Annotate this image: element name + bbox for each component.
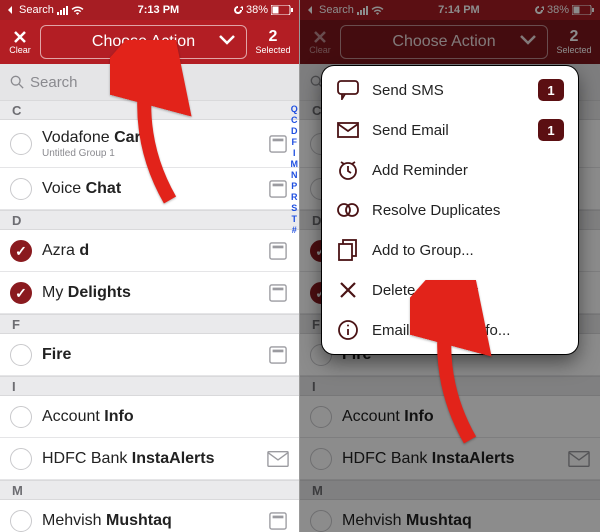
menu-label: Send SMS bbox=[372, 82, 444, 99]
group-icon bbox=[336, 238, 360, 262]
sim-icon bbox=[267, 512, 289, 530]
list-item[interactable]: Mehvish Mushtaq bbox=[300, 500, 600, 532]
status-back[interactable]: Search bbox=[19, 4, 54, 16]
section-header: I bbox=[0, 376, 299, 396]
battery-icon bbox=[572, 5, 594, 15]
refresh-icon bbox=[534, 5, 544, 15]
battery-pct: 38% bbox=[246, 4, 268, 16]
checkbox[interactable] bbox=[10, 178, 32, 200]
menu-send-email[interactable]: Send Email 1 bbox=[322, 110, 578, 150]
refresh-icon bbox=[233, 5, 243, 15]
sim-icon bbox=[267, 242, 289, 260]
checkbox-checked[interactable] bbox=[10, 282, 32, 304]
checkbox-checked[interactable] bbox=[10, 240, 32, 262]
clear-label: Clear bbox=[9, 45, 31, 55]
checkbox[interactable] bbox=[10, 448, 32, 470]
close-icon bbox=[12, 29, 28, 45]
status-bar: Search 7:14 PM 38% bbox=[300, 0, 600, 20]
selected-count: 2 Selected bbox=[554, 29, 594, 55]
duplicates-icon bbox=[336, 198, 360, 222]
contact-name: My Delights bbox=[42, 284, 267, 302]
choose-action-button[interactable]: Choose Action bbox=[340, 25, 548, 59]
checkbox[interactable] bbox=[10, 133, 32, 155]
clear-button[interactable]: Clear bbox=[306, 29, 334, 55]
email-icon bbox=[336, 118, 360, 142]
status-back[interactable]: Search bbox=[319, 4, 354, 16]
close-icon bbox=[312, 29, 328, 45]
list-item[interactable]: HDFC Bank InstaAlerts bbox=[0, 438, 299, 480]
battery-pct: 38% bbox=[547, 4, 569, 16]
badge: 1 bbox=[538, 119, 564, 141]
menu-send-sms[interactable]: Send SMS 1 bbox=[322, 70, 578, 110]
sms-icon bbox=[336, 78, 360, 102]
contact-name: Fire bbox=[42, 346, 267, 364]
search-icon bbox=[10, 75, 24, 89]
index-bar[interactable]: QCDFIMNPRST# bbox=[291, 104, 299, 236]
wifi-icon bbox=[71, 5, 84, 15]
annotation-arrow bbox=[110, 40, 200, 215]
menu-label: Resolve Duplicates bbox=[372, 202, 500, 219]
checkbox[interactable] bbox=[310, 406, 332, 428]
clear-button[interactable]: Clear bbox=[6, 29, 34, 55]
signal-icon bbox=[57, 6, 68, 15]
list-item[interactable]: My Delights bbox=[0, 272, 299, 314]
clear-label: Clear bbox=[309, 45, 331, 55]
checkbox[interactable] bbox=[310, 448, 332, 470]
status-time: 7:13 PM bbox=[138, 4, 180, 16]
delete-icon bbox=[336, 278, 360, 302]
signal-icon bbox=[357, 6, 368, 15]
sim-icon bbox=[267, 135, 289, 153]
annotation-arrow bbox=[410, 280, 500, 455]
sim-icon bbox=[267, 346, 289, 364]
screenshot-right: Search 7:14 PM 38% Clear Choose Action bbox=[300, 0, 600, 532]
checkbox[interactable] bbox=[10, 406, 32, 428]
contact-name: Account Info bbox=[42, 408, 289, 426]
list-item[interactable]: Fire bbox=[0, 334, 299, 376]
choose-action-label: Choose Action bbox=[392, 33, 495, 51]
list-item[interactable]: Azra d bbox=[0, 230, 299, 272]
search-placeholder: Search bbox=[30, 74, 78, 91]
sim-icon bbox=[267, 284, 289, 302]
menu-resolve-duplicates[interactable]: Resolve Duplicates bbox=[322, 190, 578, 230]
menu-label: Add to Group... bbox=[372, 242, 474, 259]
status-bar: Search 7:13 PM 38% bbox=[0, 0, 299, 20]
mail-icon bbox=[568, 450, 590, 468]
chevron-down-icon bbox=[218, 33, 236, 51]
contact-name: Mehvish Mushtaq bbox=[42, 512, 267, 530]
selected-count: 2 Selected bbox=[253, 29, 293, 55]
reminder-icon bbox=[336, 158, 360, 182]
menu-label: Send Email bbox=[372, 122, 449, 139]
menu-add-reminder[interactable]: Add Reminder bbox=[322, 150, 578, 190]
list-item[interactable]: Mehvish Mushtaq bbox=[0, 500, 299, 532]
sim-icon bbox=[267, 180, 289, 198]
contact-name: HDFC Bank InstaAlerts bbox=[42, 450, 267, 468]
section-header: M bbox=[0, 480, 299, 500]
battery-icon bbox=[271, 5, 293, 15]
mail-icon bbox=[267, 450, 289, 468]
section-header: F bbox=[0, 314, 299, 334]
checkbox[interactable] bbox=[10, 510, 32, 532]
toolbar: Clear Choose Action 2 Selected bbox=[300, 20, 600, 64]
menu-add-to-group[interactable]: Add to Group... bbox=[322, 230, 578, 270]
section-header: M bbox=[300, 480, 600, 500]
checkbox[interactable] bbox=[10, 344, 32, 366]
chevron-down-icon bbox=[519, 33, 537, 51]
list-item[interactable]: Account Info bbox=[0, 396, 299, 438]
info-icon bbox=[336, 318, 360, 342]
menu-label: Add Reminder bbox=[372, 162, 468, 179]
status-time: 7:14 PM bbox=[438, 4, 480, 16]
badge: 1 bbox=[538, 79, 564, 101]
screenshot-left: Search 7:13 PM 38% Clear Choose Action bbox=[0, 0, 300, 532]
checkbox[interactable] bbox=[310, 510, 332, 532]
wifi-icon bbox=[371, 5, 384, 15]
contact-name: Azra d bbox=[42, 242, 267, 260]
